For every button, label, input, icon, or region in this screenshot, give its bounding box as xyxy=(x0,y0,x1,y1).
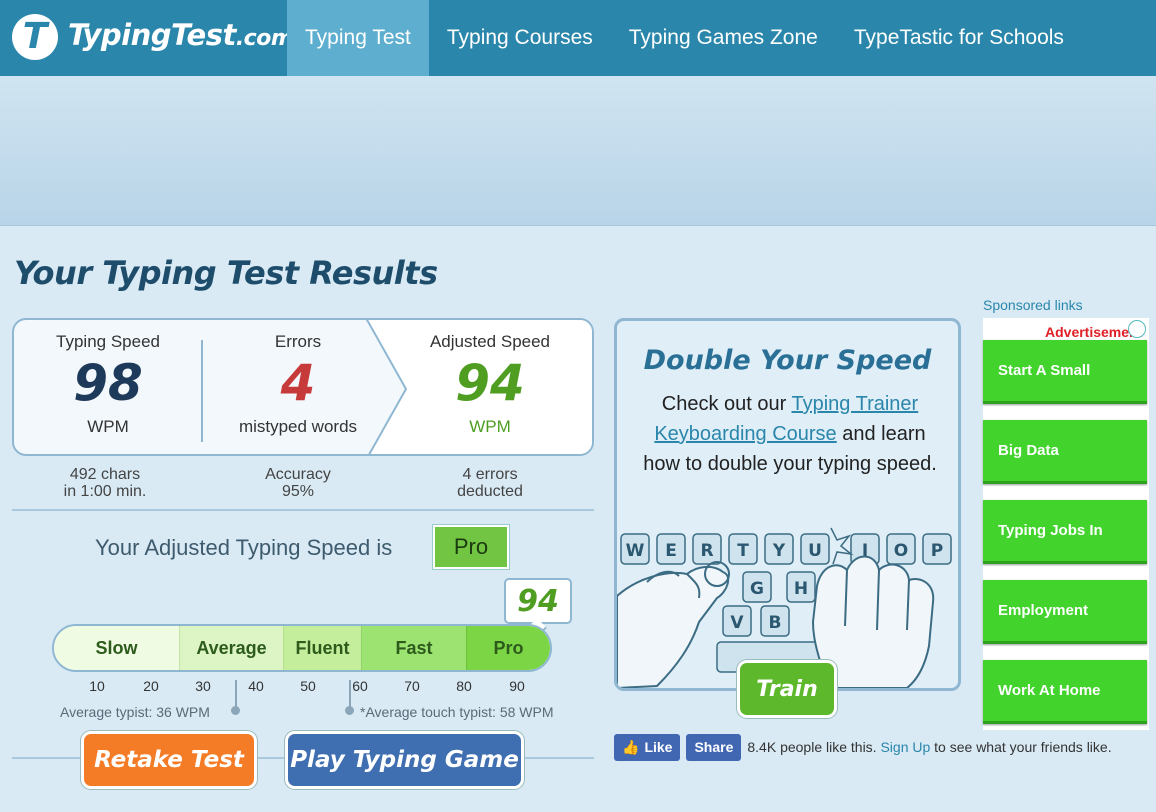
deducted-summary: 4 errors deducted xyxy=(395,466,585,500)
average-typist-dot xyxy=(231,706,240,715)
typing-speed-unit: WPM xyxy=(87,416,129,436)
accuracy-label: Accuracy xyxy=(265,466,331,483)
errors-stat: Errors 4 mistyped words xyxy=(208,332,388,437)
errors-label: Errors xyxy=(274,332,322,351)
scale-fast: Fast xyxy=(361,626,466,670)
ad-link-start-a-small[interactable]: Start A Small xyxy=(983,340,1147,404)
key-label: P xyxy=(931,541,943,561)
ad-link-work-at-home[interactable]: Work At Home xyxy=(983,660,1147,724)
ad-link-typing-jobs[interactable]: Typing Jobs In xyxy=(983,500,1147,564)
deducted-label: deducted xyxy=(457,483,523,500)
ad-link-employment[interactable]: Employment xyxy=(983,580,1147,644)
typing-speed-label: Typing Speed xyxy=(56,332,160,351)
tick-label: 70 xyxy=(404,678,420,694)
accuracy-value: 95% xyxy=(281,483,315,500)
tick-label: 90 xyxy=(509,678,525,694)
ad-link-big-data[interactable]: Big Data xyxy=(983,420,1147,484)
scale-average: Average xyxy=(179,626,283,670)
deducted-errors: 4 errors xyxy=(462,466,518,483)
tick-label: 20 xyxy=(143,678,159,694)
facebook-widget: 👍 Like Share 8.4K people like this. Sign … xyxy=(614,733,1112,761)
accuracy-summary: Accuracy 95% xyxy=(203,466,393,500)
tick-label: 60 xyxy=(352,678,368,694)
errors-unit: mistyped words xyxy=(238,416,358,436)
adjusted-speed-stat: Adjusted Speed 94 WPM xyxy=(400,332,580,437)
chars-duration: in 1:00 min. xyxy=(63,483,147,500)
promo-title: Double Your Speed xyxy=(643,345,932,376)
scale-slow: Slow xyxy=(54,626,179,670)
sponsored-links-panel: Advertisement Start A Small Big Data Typ… xyxy=(983,318,1149,730)
page-title: Your Typing Test Results xyxy=(14,254,438,292)
scale-pro: Pro xyxy=(466,626,550,670)
nav-typing-games-zone[interactable]: Typing Games Zone xyxy=(611,0,836,76)
double-speed-promo: Double Your Speed Check out our Typing T… xyxy=(614,318,961,691)
key-label: H xyxy=(794,579,808,599)
adjusted-speed-value: 94 xyxy=(455,354,525,412)
nav-typetastic-schools[interactable]: TypeTastic for Schools xyxy=(836,0,1082,76)
average-typist-label: Average typist: 36 WPM xyxy=(60,704,210,720)
sponsored-links-label: Sponsored links xyxy=(983,297,1083,313)
adjusted-speed-label: Adjusted Speed xyxy=(429,332,551,351)
thumbs-up-icon: 👍 xyxy=(622,738,640,755)
key-label: Y xyxy=(772,541,786,561)
tick-label: 80 xyxy=(456,678,472,694)
facebook-like-button[interactable]: 👍 Like xyxy=(614,733,681,761)
key-row-1: W E R T Y U I O P xyxy=(620,533,952,565)
logo-text: TypingTest.com xyxy=(68,18,294,52)
score-bubble: 94 xyxy=(504,578,572,624)
facebook-signup-link[interactable]: Sign Up xyxy=(880,739,930,755)
tick-label: 40 xyxy=(248,678,264,694)
typing-speed-stat: Typing Speed 98 WPM xyxy=(18,332,198,437)
adchoices-icon[interactable] xyxy=(1128,320,1146,338)
promo-text: Check out our Typing Trainer Keyboarding… xyxy=(643,393,937,475)
stat-divider xyxy=(201,340,203,442)
key-label: V xyxy=(730,613,744,633)
tick-label: 30 xyxy=(195,678,211,694)
section-divider xyxy=(12,509,594,511)
key-label: W xyxy=(626,541,645,561)
adjusted-speed-statement: Your Adjusted Typing Speed is xyxy=(95,535,393,560)
main-nav: Typing Test Typing Courses Typing Games … xyxy=(287,0,1082,76)
nav-typing-test[interactable]: Typing Test xyxy=(287,0,429,76)
touch-typist-label: *Average touch typist: 58 WPM xyxy=(360,704,554,720)
errors-value: 4 xyxy=(280,354,316,412)
site-logo[interactable]: T TypingTest.com xyxy=(12,14,294,60)
tick-label: 50 xyxy=(300,678,316,694)
chars-count: 492 chars xyxy=(69,466,141,483)
play-typing-game-button[interactable]: Play Typing Game xyxy=(285,731,524,789)
touch-typist-dot xyxy=(345,706,354,715)
key-label: B xyxy=(769,613,782,633)
key-label: U xyxy=(808,541,822,561)
facebook-share-button[interactable]: Share xyxy=(686,733,742,761)
nav-typing-courses[interactable]: Typing Courses xyxy=(429,0,611,76)
speed-scale: Slow Average Fluent Fast Pro xyxy=(52,624,552,672)
typing-speed-value: 98 xyxy=(73,354,143,412)
tick-label: 10 xyxy=(89,678,105,694)
logo-t-icon: T xyxy=(12,14,58,60)
speed-level-badge: Pro xyxy=(433,525,509,569)
results-card: Typing Speed 98 WPM Errors 4 mistyped wo… xyxy=(12,318,594,456)
site-header: T TypingTest.com Typing Test Typing Cour… xyxy=(0,0,1156,76)
retake-test-button[interactable]: Retake Test xyxy=(81,731,257,789)
key-label: T xyxy=(737,541,749,561)
facebook-like-count: 8.4K people like this. Sign Up to see wh… xyxy=(747,739,1112,755)
chars-summary: 492 chars in 1:00 min. xyxy=(10,466,200,500)
scale-fluent: Fluent xyxy=(283,626,361,670)
key-label: E xyxy=(665,541,677,561)
train-button[interactable]: Train xyxy=(737,660,837,718)
scale-ticks: 10 20 30 40 50 60 70 80 90 xyxy=(0,678,600,698)
key-label: O xyxy=(894,541,908,561)
ad-banner-area xyxy=(0,76,1156,226)
key-label: R xyxy=(700,541,713,561)
average-typist-marker xyxy=(235,680,237,708)
key-label: G xyxy=(750,579,764,599)
adjusted-speed-unit: WPM xyxy=(469,416,511,436)
touch-typist-marker xyxy=(349,680,351,708)
